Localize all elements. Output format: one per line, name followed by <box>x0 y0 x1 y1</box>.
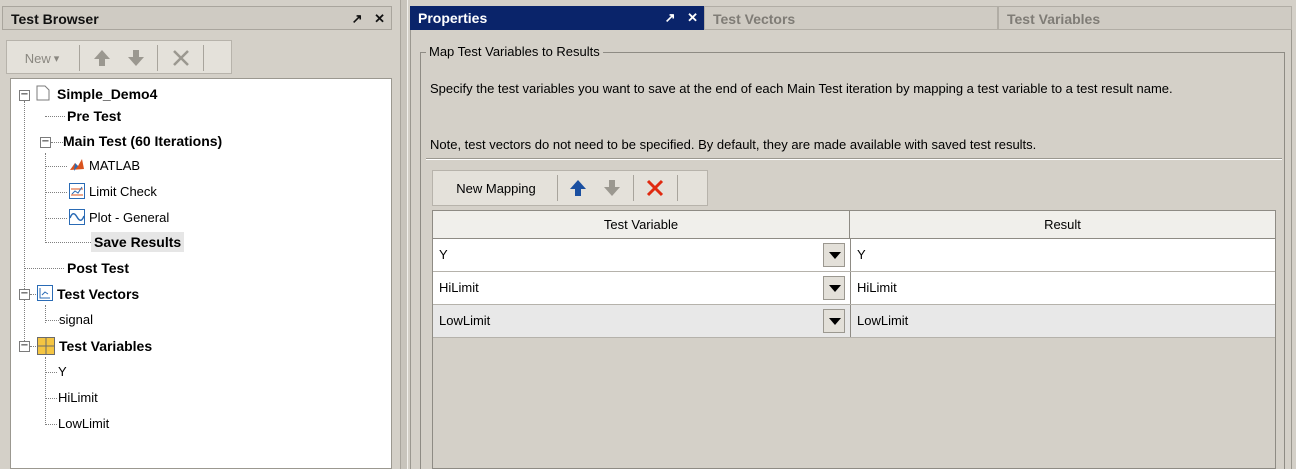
collapse-toggle[interactable]: − <box>19 90 30 101</box>
variable-cell[interactable]: Y <box>433 239 821 271</box>
table-row[interactable]: Y Y <box>433 239 1275 272</box>
variable-dropdown-button[interactable] <box>823 276 845 300</box>
panel-splitter[interactable] <box>400 0 408 469</box>
variable-dropdown-button[interactable] <box>823 309 845 333</box>
tab-test-vectors[interactable]: Test Vectors <box>704 6 998 30</box>
variable-cell[interactable]: HiLimit <box>433 272 821 304</box>
tree-node-pre-test[interactable]: Pre Test <box>67 106 121 126</box>
tree-node-test-vectors[interactable]: Test Vectors <box>57 284 139 304</box>
group-title: Map Test Variables to Results <box>426 44 603 60</box>
arrow-down-icon <box>604 180 620 196</box>
tree-node-signal[interactable]: signal <box>59 310 93 330</box>
toolbar-separator <box>79 45 80 71</box>
arrow-up-icon <box>94 50 110 66</box>
undock-icon[interactable]: ↗ <box>665 10 676 25</box>
tree-node-plot-general[interactable]: Plot - General <box>89 208 169 228</box>
tree-node-var-y[interactable]: Y <box>58 362 67 382</box>
new-button[interactable]: New ▾ <box>11 45 73 71</box>
note-text: Note, test vectors do not need to be spe… <box>430 137 1037 152</box>
tab-test-variables[interactable]: Test Variables <box>998 6 1292 30</box>
test-browser-title-bar: Test Browser ↗ ✕ <box>2 6 392 30</box>
tab-properties-label: Properties <box>418 10 488 26</box>
tree-node-var-lowlimit[interactable]: LowLimit <box>58 414 109 434</box>
new-button-label: New <box>24 50 51 66</box>
toolbar-separator <box>557 175 558 201</box>
tree-node-matlab[interactable]: MATLAB <box>89 156 140 176</box>
tab-bar: Properties ↗ ✕ Test Vectors Test Variabl… <box>410 6 1292 30</box>
delete-x-icon <box>173 50 189 66</box>
move-down-button[interactable] <box>121 45 151 71</box>
close-icon[interactable]: ✕ <box>374 11 385 26</box>
table-row[interactable]: LowLimit LowLimit <box>433 305 1275 338</box>
file-icon <box>36 85 50 101</box>
matlab-icon <box>70 159 84 171</box>
tree-node-limit-check[interactable]: Limit Check <box>89 182 157 202</box>
tree-root-node[interactable]: Simple_Demo4 <box>57 84 157 104</box>
table-row[interactable]: HiLimit HiLimit <box>433 272 1275 305</box>
description-text: Specify the test variables you want to s… <box>430 81 1173 96</box>
result-cell[interactable]: Y <box>850 239 1275 271</box>
move-down-button[interactable] <box>597 175 627 201</box>
tree-node-save-results[interactable]: Save Results <box>91 232 185 252</box>
test-tree: − Simple_Demo4 Pre Test − Main Test (60 … <box>10 78 392 469</box>
new-mapping-button[interactable]: New Mapping <box>441 175 551 201</box>
tree-node-var-hilimit[interactable]: HiLimit <box>58 388 98 408</box>
collapse-toggle[interactable]: − <box>19 341 30 352</box>
variable-dropdown-button[interactable] <box>823 243 845 267</box>
tab-properties[interactable]: Properties ↗ ✕ <box>410 6 704 30</box>
collapse-toggle[interactable]: − <box>19 289 30 300</box>
tree-node-test-variables[interactable]: Test Variables <box>59 336 152 356</box>
delete-x-icon <box>646 179 664 197</box>
mapping-table: Test Variable Result Y Y HiLimit HiLimit… <box>432 210 1276 469</box>
mapping-toolbar: New Mapping <box>432 170 708 206</box>
collapse-toggle[interactable]: − <box>40 137 51 148</box>
test-browser-title: Test Browser <box>11 11 99 27</box>
test-variables-icon <box>37 337 55 355</box>
arrow-up-icon <box>570 180 586 196</box>
tree-node-post-test[interactable]: Post Test <box>67 258 129 278</box>
test-browser-toolbar: New ▾ <box>6 40 232 74</box>
toolbar-separator <box>203 45 204 71</box>
limit-check-icon <box>69 183 85 199</box>
undock-icon[interactable]: ↗ <box>352 11 363 26</box>
result-cell[interactable]: LowLimit <box>850 305 1275 337</box>
divider <box>426 158 1282 160</box>
column-header-result[interactable]: Result <box>850 211 1275 239</box>
close-icon[interactable]: ✕ <box>687 10 698 25</box>
toolbar-separator <box>677 175 678 201</box>
result-cell[interactable]: HiLimit <box>850 272 1275 304</box>
plot-icon <box>69 209 85 225</box>
move-up-button[interactable] <box>87 45 117 71</box>
tree-node-main-test[interactable]: Main Test (60 Iterations) <box>63 131 222 151</box>
delete-mapping-button[interactable] <box>639 175 671 201</box>
move-up-button[interactable] <box>563 175 593 201</box>
toolbar-separator <box>633 175 634 201</box>
variable-cell[interactable]: LowLimit <box>433 305 821 337</box>
chevron-down-icon: ▾ <box>53 52 60 65</box>
test-vectors-icon <box>37 285 53 301</box>
delete-button[interactable] <box>165 45 197 71</box>
column-header-test-variable[interactable]: Test Variable <box>433 211 850 239</box>
toolbar-separator <box>157 45 158 71</box>
arrow-down-icon <box>128 50 144 66</box>
